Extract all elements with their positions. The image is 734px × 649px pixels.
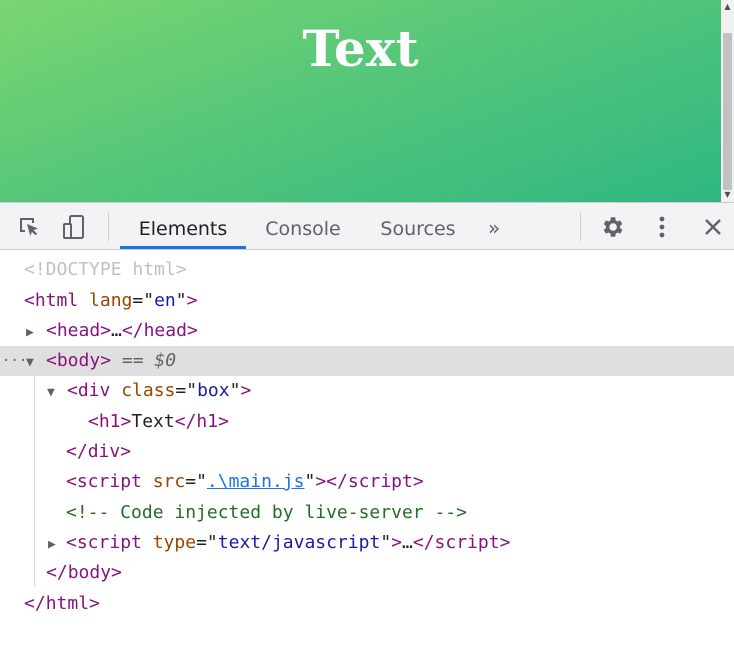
script-src-link[interactable]: .\main.js [207, 471, 305, 492]
node-comment[interactable]: <!-- Code injected by live-server --> [0, 498, 734, 528]
node-body[interactable]: ··· ▼ <body> == $0 [0, 346, 734, 376]
node-doctype[interactable]: <!DOCTYPE html> [0, 255, 734, 285]
node-body-close[interactable]: </body> [0, 558, 734, 588]
tab-sources[interactable]: Sources [372, 203, 464, 249]
devtools-toolbar: Elements Console Sources » [0, 202, 734, 250]
expand-triangle-icon[interactable]: ▶ [48, 530, 66, 560]
more-tabs-button[interactable]: » [488, 203, 500, 249]
expand-triangle-icon[interactable]: ▶ [26, 318, 46, 348]
browser-viewport: Text ▲ ▼ [0, 0, 734, 202]
node-div-box[interactable]: ▼ <div class="box"> [0, 376, 734, 406]
node-html[interactable]: <html lang="en"> [0, 286, 734, 316]
scroll-up-arrow[interactable]: ▲ [721, 0, 734, 14]
inspect-icon[interactable] [16, 214, 42, 240]
node-html-close[interactable]: </html> [0, 589, 734, 619]
tab-elements[interactable]: Elements [120, 203, 246, 249]
page-heading: Text [302, 19, 419, 78]
gear-icon[interactable] [599, 214, 625, 240]
scroll-down-arrow[interactable]: ▼ [721, 188, 734, 202]
node-head[interactable]: ▶ <head>…</head> [0, 316, 734, 346]
node-script-main[interactable]: <script src=".\main.js"></script> [0, 467, 734, 497]
vertical-scrollbar[interactable]: ▲ ▼ [721, 0, 734, 202]
device-toggle-icon[interactable] [61, 214, 87, 240]
toolbar-divider [108, 213, 109, 241]
toolbar-divider-right [580, 213, 581, 241]
scroll-thumb[interactable] [723, 33, 732, 190]
node-actions-dots[interactable]: ··· [2, 346, 27, 376]
devtools-panel: Elements Console Sources » <!DOCTYPE htm… [0, 202, 734, 649]
node-div-close[interactable]: </div> [0, 437, 734, 467]
kebab-menu-icon[interactable] [649, 214, 675, 240]
collapse-triangle-icon[interactable]: ▼ [26, 348, 46, 378]
node-h1[interactable]: <h1>Text</h1> [0, 407, 734, 437]
elements-tree[interactable]: <!DOCTYPE html> <html lang="en"> ▶ <head>… [0, 250, 734, 649]
close-icon[interactable] [700, 214, 726, 240]
tab-console[interactable]: Console [256, 203, 350, 249]
collapse-triangle-icon[interactable]: ▼ [47, 378, 67, 408]
page-box: Text [0, 0, 721, 202]
node-script-injected[interactable]: ▶ <script type="text/javascript">…</scrip… [0, 528, 734, 558]
